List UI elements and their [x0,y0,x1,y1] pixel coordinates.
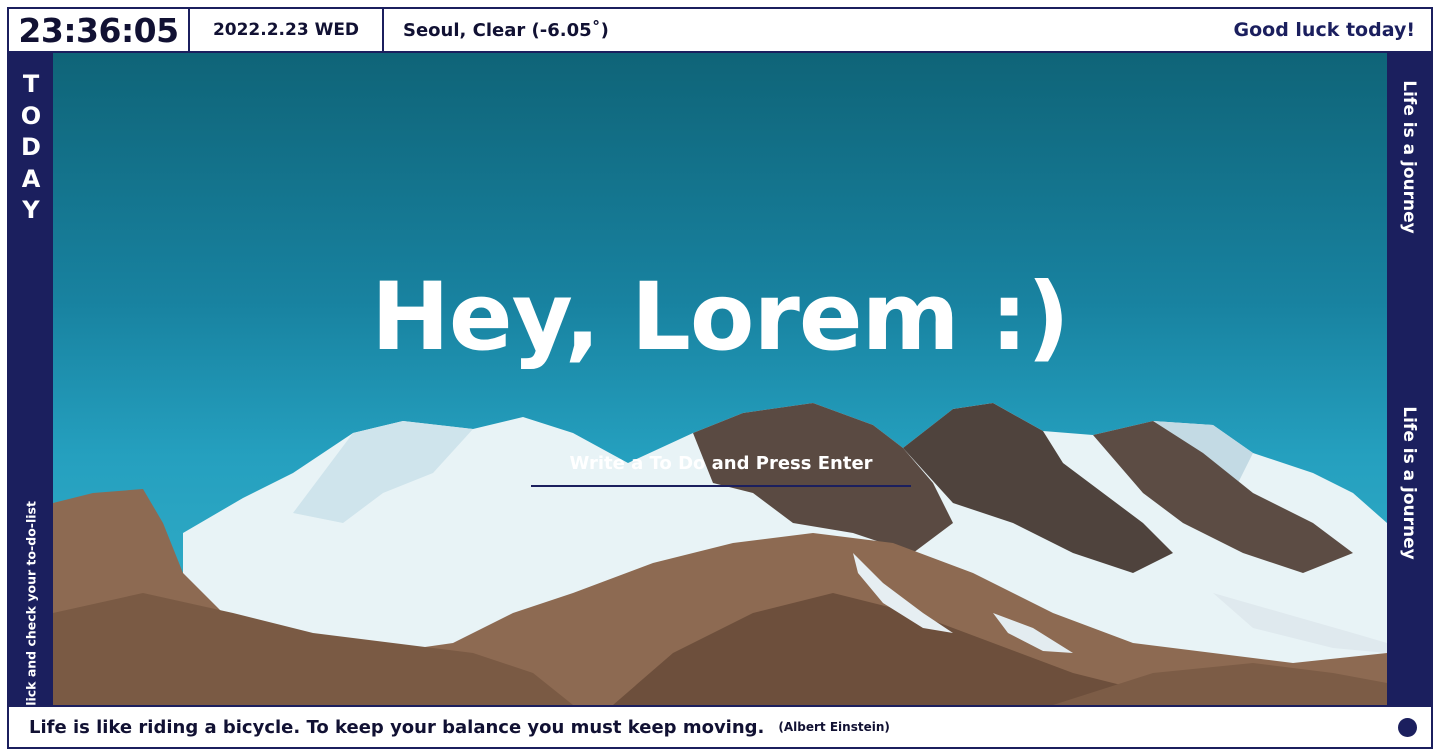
greeting-headline: Hey, Lorem :) [371,263,1070,372]
greeting-text: Good luck today! [1233,19,1416,41]
background-scene: Hey, Lorem :) [53,53,1387,705]
mountain-background-image [53,403,1387,705]
today-letter: O [20,101,42,130]
circle-icon[interactable] [1398,718,1417,737]
today-letter: T [22,70,40,98]
weather-display: Seoul, Clear (-6.05˚) [403,19,609,41]
app-frame: 23:36:05 2022.2.23 WED Seoul, Clear (-6.… [7,7,1433,749]
today-letter: D [21,133,41,161]
today-label[interactable]: T O D A Y [9,69,53,227]
todo-list-hint[interactable]: Click and check your to-do-list [24,501,39,715]
todo-input[interactable] [531,441,911,487]
motto-sidebar: Life is a journey Life is a journey [1387,53,1431,705]
quote-text: Life is like riding a bicycle. To keep y… [29,716,765,738]
todo-sidebar[interactable]: T O D A Y Click and check your to-do-lis… [9,53,53,715]
clock: 23:36:05 [9,9,190,51]
today-letter: Y [22,196,40,224]
quote-author: (Albert Einstein) [778,720,890,734]
motto-text-bottom: Life is a journey [1399,406,1419,560]
motto-text-top: Life is a journey [1399,80,1419,234]
top-bar: 23:36:05 2022.2.23 WED Seoul, Clear (-6.… [9,9,1431,53]
date-display: 2022.2.23 WED [190,9,384,51]
quote-bar: Life is like riding a bicycle. To keep y… [9,705,1431,747]
today-letter: A [21,164,41,193]
